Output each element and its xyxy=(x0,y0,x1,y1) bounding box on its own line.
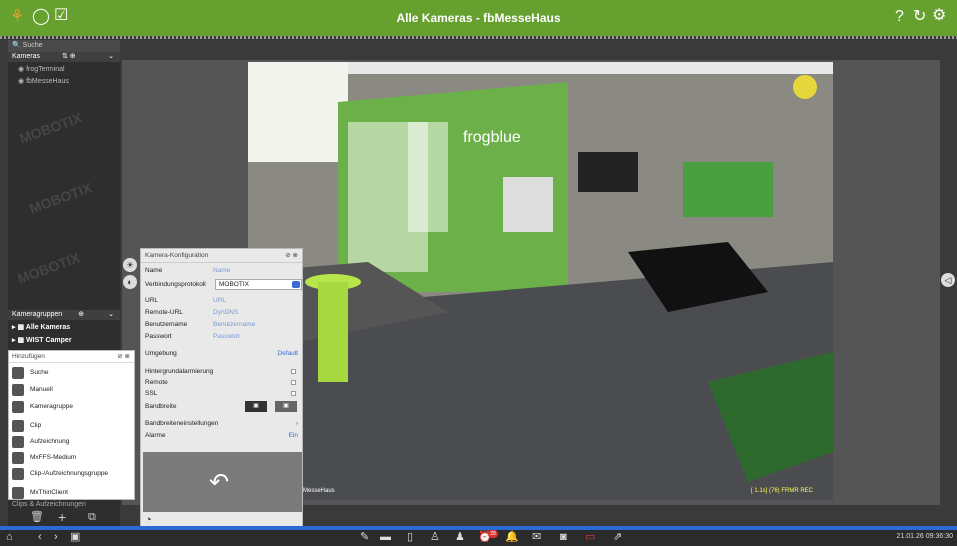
url-field[interactable]: URL xyxy=(213,295,226,306)
bw-settings-row[interactable]: Bandbreiteneinstellungen › xyxy=(145,418,300,429)
contrast-icon[interactable]: ◐ xyxy=(123,275,137,289)
collapse-right-icon[interactable]: ◁ xyxy=(941,273,955,287)
name-field[interactable]: Name xyxy=(213,265,230,276)
menu-item-manuell[interactable]: Manuell xyxy=(12,382,134,398)
clock: 21.01.26 09:36:30 xyxy=(896,533,953,540)
forward-icon[interactable]: › xyxy=(54,532,58,543)
remote-checkbox[interactable] xyxy=(291,380,296,385)
alarm-badge: 28 xyxy=(488,530,498,538)
back-arrow-icon: ↶ xyxy=(209,469,230,496)
person-alt-icon[interactable]: ♟ xyxy=(455,532,465,543)
home-icon[interactable]: ⌂ xyxy=(6,532,13,543)
username-field[interactable]: Benutzername xyxy=(213,319,255,330)
camera-icon[interactable]: ◙ xyxy=(560,532,567,543)
camera-config-popup: Kamera-Konfiguration ⊘ ⊗ Name Name Verbind… xyxy=(140,248,303,530)
menu-item-suche[interactable]: Suche xyxy=(12,365,134,381)
alarms-row[interactable]: Alarme Ein xyxy=(145,430,300,441)
refresh-icon[interactable]: ↻ xyxy=(913,9,926,25)
export-icon[interactable]: ⧉ xyxy=(88,512,96,523)
bg-alarm-row[interactable]: Hintergrundalarmierung xyxy=(145,366,300,377)
settings-icon[interactable]: ⚙ xyxy=(932,8,946,24)
menu-item-aufzeichnung[interactable]: Aufzeichnung xyxy=(12,434,134,450)
groups-section[interactable]: Kameragruppen ⊕ ⌄ xyxy=(8,310,120,320)
share-icon[interactable]: ⇗ xyxy=(613,532,622,543)
ssl-row[interactable]: SSL xyxy=(145,388,300,399)
bandwidth-low-button[interactable]: ▣ xyxy=(245,401,267,412)
watermark: MOBOTIX xyxy=(27,179,95,217)
bandwidth-row: Bandbreite ▣ ▣ xyxy=(145,401,300,412)
camera-scene: frogblue xyxy=(248,62,833,500)
menu-item-clip[interactable]: Clip xyxy=(12,418,134,434)
protocol-select[interactable]: MOBOTIX xyxy=(215,279,302,290)
remote-url-field[interactable]: DynDNS xyxy=(213,307,238,318)
add-menu: Hinzufügen ⊘ ⊗ Suche Manuell Kameragruppe… xyxy=(8,350,135,500)
camera-overlay-label: fbMesseHaus xyxy=(298,488,335,494)
brush-icon[interactable]: ✎ xyxy=(360,532,369,543)
password-row: Passwort Passwort xyxy=(145,331,240,342)
splitter[interactable] xyxy=(0,36,957,39)
menu-item-clipgroup[interactable]: Clip-/Aufzeichnungsgruppe xyxy=(12,466,134,482)
bg-alarm-checkbox[interactable] xyxy=(291,369,296,374)
layout-icon[interactable]: ▣ xyxy=(70,532,80,543)
person-icon[interactable]: ♙ xyxy=(430,532,440,543)
bandwidth-high-button[interactable]: ▣ xyxy=(275,401,297,412)
cameras-section[interactable]: Kameras ⇅ ⊕ ⌄ xyxy=(8,52,120,62)
watermark: MOBOTIX xyxy=(15,249,83,287)
bottom-toolbar: ⌂ ‹ › ▣ ✎ ▬ ▯ ♙ ♟ ⏰ 28 🔔 ✉ ◙ ▭ ⇗ 21.01.2… xyxy=(0,530,957,546)
url-row: URL URL xyxy=(145,295,227,306)
title-bar: ⚘ ◯ ☑ Alle Kameras - fbMesseHaus ? ↻ ⚙ xyxy=(0,0,957,36)
menu-item-mxffs[interactable]: MxFFS-Medium xyxy=(12,450,134,466)
username-row: Benutzername Benutzername xyxy=(145,319,256,330)
camera-image[interactable]: frogblue fbMesseHaus [ 1.1s] (76) FRMR R… xyxy=(248,62,833,500)
name-row: Name Name xyxy=(145,265,231,276)
search-input[interactable]: 🔍 Suche xyxy=(8,40,120,52)
camera-timestamp: [ 1.1s] (76) FRMR REC xyxy=(750,488,813,494)
menu-item-mxthinclient[interactable]: MxThinClient xyxy=(12,485,134,501)
group-item-wist-camper[interactable]: ▸ ▦ WIST Camper xyxy=(12,336,72,344)
config-title: Kamera-Konfiguration ⊘ ⊗ xyxy=(141,249,302,263)
trash-icon[interactable]: 🗑 xyxy=(30,512,44,523)
protocol-row: Verbindungsprotokoll MOBOTIX xyxy=(145,279,302,290)
frogblue-sign: frogblue xyxy=(463,129,521,146)
tree-item-fbmessehaus[interactable]: ◉ fbMesseHaus xyxy=(18,77,69,85)
remote-row[interactable]: Remote xyxy=(145,377,300,388)
password-field[interactable]: Passwort xyxy=(213,331,240,342)
mail-icon[interactable]: ✉ xyxy=(532,532,541,543)
menu-item-kameragruppe[interactable]: Kameragruppe xyxy=(12,399,134,415)
speed-icon[interactable]: ◔ xyxy=(145,514,152,526)
ssl-checkbox[interactable] xyxy=(291,391,296,396)
help-icon[interactable]: ? xyxy=(895,9,904,25)
group-item-alle-kameras[interactable]: ▸ ▦ Alle Kameras xyxy=(12,323,70,331)
back-arrow-area[interactable]: ↶ xyxy=(143,452,302,512)
add-menu-title: Hinzufügen ⊘ ⊗ xyxy=(9,351,134,363)
bell-icon[interactable]: 🔔 xyxy=(505,532,519,543)
environment-row[interactable]: Umgebung Default xyxy=(145,348,300,359)
brightness-icon[interactable]: ☀ xyxy=(123,258,137,272)
watermark: MOBOTIX xyxy=(17,109,85,147)
window-title: Alle Kameras - fbMesseHaus xyxy=(396,11,561,25)
back-icon[interactable]: ‹ xyxy=(38,532,42,543)
record-icon[interactable]: ▭ xyxy=(585,532,595,543)
tree-item-frogterminal[interactable]: ◉ frogTerminal xyxy=(18,65,65,73)
ruler-icon[interactable]: ▬ xyxy=(380,532,391,543)
add-icon[interactable]: + xyxy=(58,510,66,524)
door-icon[interactable]: ▯ xyxy=(407,532,413,543)
remote-url-row: Remote-URL DynDNS xyxy=(145,307,239,318)
